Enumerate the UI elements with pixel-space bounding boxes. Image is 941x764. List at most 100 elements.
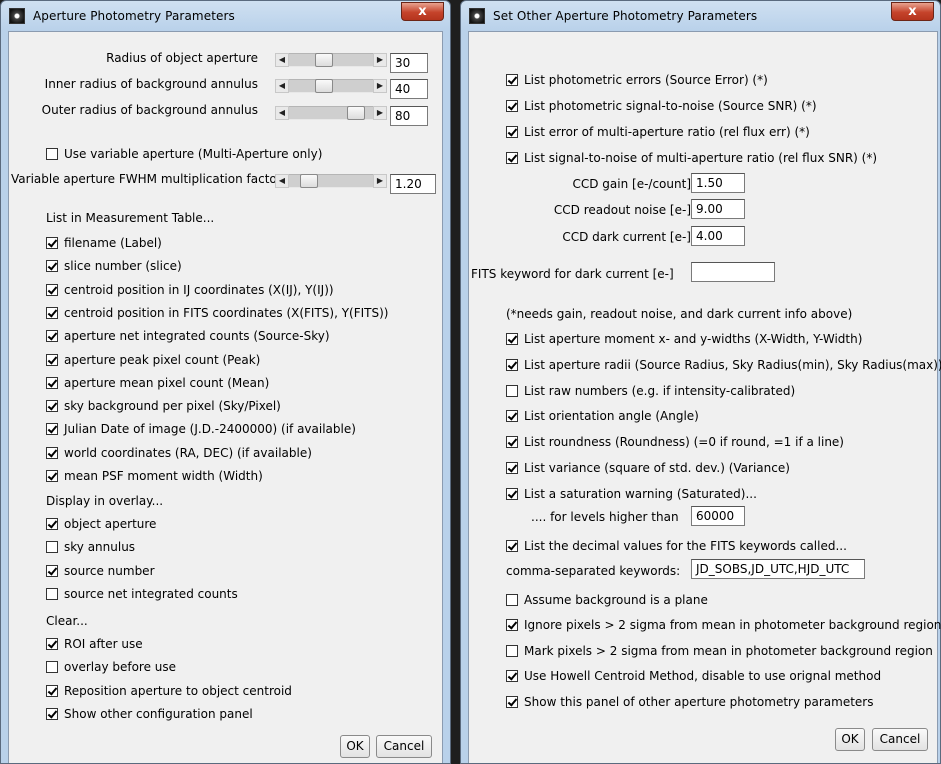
right-arrow-icon[interactable]: ▶ (373, 174, 387, 188)
checkbox-box[interactable] (46, 707, 58, 720)
cancel-button[interactable]: Cancel (872, 728, 928, 751)
measurement-option-checkbox[interactable]: slice number (slice) (46, 258, 182, 274)
left-arrow-icon[interactable]: ◀ (275, 174, 289, 188)
list-decimal-values-checkbox[interactable]: List the decimal values for the FITS key… (506, 538, 847, 554)
overlay-option-checkbox[interactable]: sky annulus (46, 539, 135, 555)
measurement-option-checkbox[interactable]: mean PSF moment width (Width) (46, 468, 263, 484)
right-arrow-icon[interactable]: ▶ (373, 106, 387, 120)
checkbox-box[interactable] (506, 410, 518, 423)
measurement-option-checkbox[interactable]: centroid position in IJ coordinates (X(I… (46, 282, 334, 298)
checkbox-box[interactable] (506, 100, 518, 112)
cancel-button[interactable]: Cancel (376, 735, 432, 758)
close-button[interactable]: x (891, 2, 934, 21)
close-button[interactable]: x (401, 2, 444, 21)
measurement-option-checkbox[interactable]: world coordinates (RA, DEC) (if availabl… (46, 445, 312, 461)
slider-thumb[interactable] (315, 79, 333, 93)
list-option-checkbox[interactable]: List a saturation warning (Saturated)... (506, 486, 757, 502)
ccd-readout-field[interactable]: 9.00 (691, 199, 745, 219)
left-arrow-icon[interactable]: ◀ (275, 106, 289, 120)
inner-radius-slider[interactable]: ◀ ▶ (275, 79, 387, 93)
overlay-option-checkbox[interactable]: source net integrated counts (46, 586, 238, 602)
inner-radius-field[interactable]: 40 (390, 79, 428, 99)
list-option-checkbox[interactable]: List aperture radii (Source Radius, Sky … (506, 357, 941, 373)
background-option-checkbox[interactable]: Assume background is a plane (506, 592, 708, 608)
measurement-option-checkbox[interactable]: filename (Label) (46, 235, 162, 251)
radius-object-field[interactable]: 30 (390, 53, 428, 73)
checkbox-box[interactable] (46, 330, 58, 343)
error-option-checkbox[interactable]: List error of multi-aperture ratio (rel … (506, 124, 810, 140)
checkbox-box[interactable] (506, 670, 518, 683)
clear-option-checkbox[interactable]: Show other configuration panel (46, 706, 253, 722)
checkbox-box[interactable] (46, 684, 58, 697)
checkbox-box[interactable] (46, 470, 58, 482)
variable-aperture-checkbox[interactable]: Use variable aperture (Multi-Aperture on… (46, 146, 322, 162)
checkbox-box[interactable] (46, 541, 58, 554)
checkbox-box[interactable] (506, 594, 518, 606)
measurement-option-checkbox[interactable]: sky background per pixel (Sky/Pixel) (46, 398, 281, 414)
measurement-option-checkbox[interactable]: aperture mean pixel count (Mean) (46, 375, 269, 391)
titlebar[interactable]: Set Other Aperture Photometry Parameters… (461, 1, 940, 31)
fwhm-slider[interactable]: ◀ ▶ (275, 174, 387, 188)
checkbox-box[interactable] (506, 436, 518, 449)
list-option-checkbox[interactable]: List variance (square of std. dev.) (Var… (506, 460, 790, 476)
checkbox-box[interactable] (506, 358, 518, 371)
checkbox-box[interactable] (46, 564, 58, 577)
checkbox-box[interactable] (46, 446, 58, 459)
fwhm-field[interactable]: 1.20 (390, 174, 436, 194)
titlebar[interactable]: Aperture Photometry Parameters x (1, 1, 450, 31)
measurement-option-checkbox[interactable]: Julian Date of image (J.D.-2400000) (if … (46, 421, 356, 437)
left-arrow-icon[interactable]: ◀ (275, 79, 289, 93)
slider-thumb[interactable] (347, 106, 365, 120)
saturation-field[interactable]: 60000 (691, 506, 745, 526)
checkbox-box[interactable] (46, 518, 58, 530)
error-option-checkbox[interactable]: List photometric errors (Source Error) (… (506, 72, 768, 88)
right-arrow-icon[interactable]: ▶ (373, 79, 387, 93)
checkbox-box[interactable] (46, 638, 58, 650)
background-option-checkbox[interactable]: Use Howell Centroid Method, disable to u… (506, 668, 881, 684)
background-option-checkbox[interactable]: Mark pixels > 2 sigma from mean in photo… (506, 643, 933, 659)
checkbox-box[interactable] (46, 587, 58, 600)
measurement-option-checkbox[interactable]: aperture peak pixel count (Peak) (46, 352, 260, 368)
radius-object-slider[interactable]: ◀ ▶ (275, 53, 387, 67)
checkbox-box[interactable] (506, 462, 518, 474)
right-arrow-icon[interactable]: ▶ (373, 53, 387, 67)
checkbox-box[interactable] (46, 260, 58, 273)
outer-radius-slider[interactable]: ◀ ▶ (275, 106, 387, 120)
list-option-checkbox[interactable]: List aperture moment x- and y-widths (X-… (506, 331, 862, 347)
overlay-option-checkbox[interactable]: source number (46, 563, 155, 579)
error-option-checkbox[interactable]: List signal-to-noise of multi-aperture r… (506, 150, 877, 166)
slider-thumb[interactable] (315, 53, 333, 67)
checkbox-box[interactable] (506, 152, 518, 164)
checkbox-box[interactable] (506, 74, 518, 86)
checkbox-box[interactable] (46, 148, 58, 160)
keywords-field[interactable]: JD_SOBS,JD_UTC,HJD_UTC (691, 559, 865, 579)
list-option-checkbox[interactable]: List raw numbers (e.g. if intensity-cali… (506, 383, 795, 399)
checkbox-box[interactable] (46, 661, 58, 674)
checkbox-box[interactable] (46, 283, 58, 296)
checkbox-box[interactable] (46, 353, 58, 366)
clear-option-checkbox[interactable]: ROI after use (46, 636, 143, 652)
overlay-option-checkbox[interactable]: object aperture (46, 516, 156, 532)
checkbox-box[interactable] (46, 237, 58, 249)
measurement-option-checkbox[interactable]: centroid position in FITS coordinates (X… (46, 305, 389, 321)
slider-thumb[interactable] (300, 174, 318, 188)
list-option-checkbox[interactable]: List roundness (Roundness) (=0 if round,… (506, 434, 844, 450)
left-arrow-icon[interactable]: ◀ (275, 53, 289, 67)
clear-option-checkbox[interactable]: Reposition aperture to object centroid (46, 683, 292, 699)
dark-keyword-field[interactable] (691, 262, 775, 282)
checkbox-box[interactable] (46, 423, 58, 436)
checkbox-box[interactable] (46, 376, 58, 389)
checkbox-box[interactable] (506, 695, 518, 708)
background-option-checkbox[interactable]: Ignore pixels > 2 sigma from mean in pho… (506, 617, 941, 633)
checkbox-box[interactable] (506, 333, 518, 345)
ccd-gain-field[interactable]: 1.50 (691, 173, 745, 193)
clear-option-checkbox[interactable]: overlay before use (46, 659, 176, 675)
checkbox-box[interactable] (46, 306, 58, 319)
ok-button[interactable]: OK (340, 735, 370, 758)
checkbox-box[interactable] (506, 126, 518, 138)
checkbox-box[interactable] (506, 644, 518, 657)
checkbox-box[interactable] (506, 487, 518, 500)
checkbox-box[interactable] (506, 619, 518, 632)
measurement-option-checkbox[interactable]: aperture net integrated counts (Source-S… (46, 328, 330, 344)
ccd-dark-field[interactable]: 4.00 (691, 226, 745, 246)
